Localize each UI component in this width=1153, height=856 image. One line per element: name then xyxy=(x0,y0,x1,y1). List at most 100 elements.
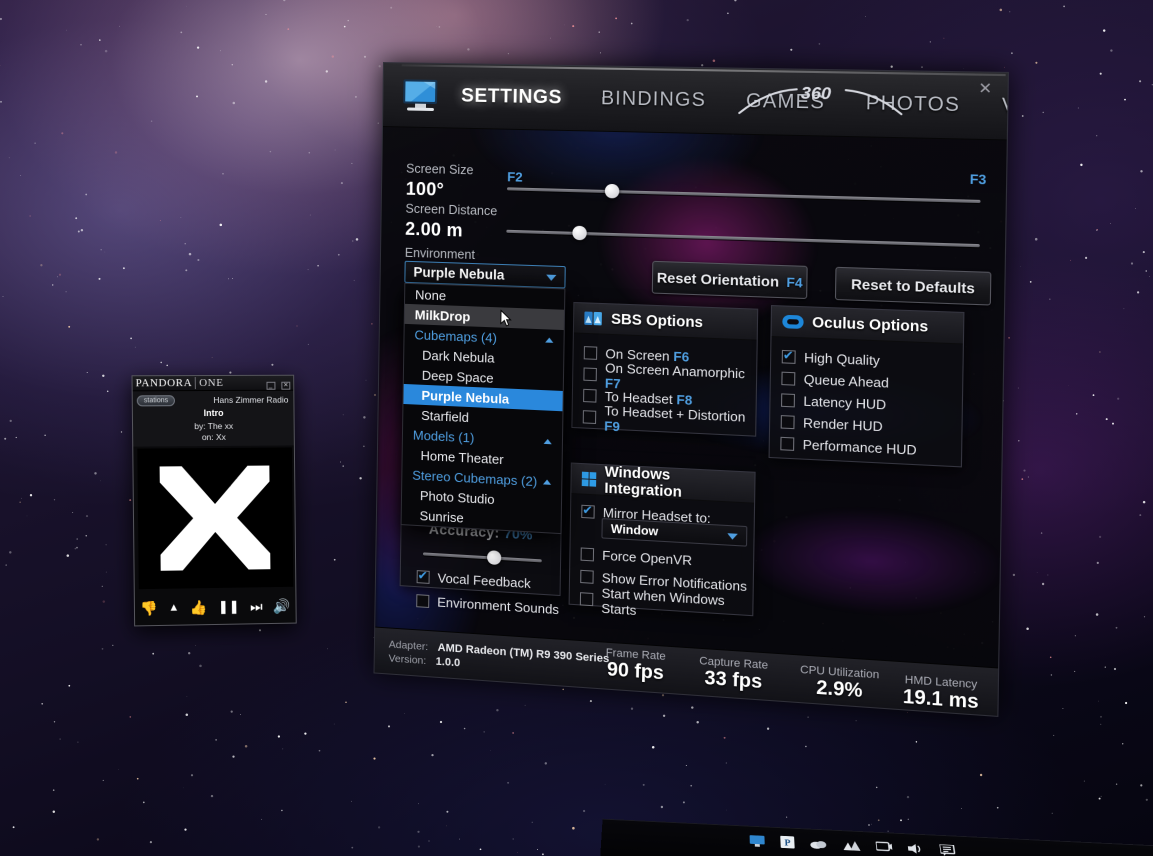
tab-videos[interactable]: VIDEOS xyxy=(995,91,1009,125)
checkbox-icon[interactable] xyxy=(582,410,597,425)
environment-label: Environment xyxy=(404,245,476,263)
taskbar-tray[interactable]: P xyxy=(749,834,956,856)
monitor-icon xyxy=(403,79,438,112)
chevron-up-icon[interactable] xyxy=(543,438,552,444)
screen-distance-row: Screen Distance 2.00 m xyxy=(405,202,497,243)
windows-integration-panel: Windows Integration Mirror Headset to: W… xyxy=(568,462,756,618)
reset-orientation-hotkey: F4 xyxy=(786,273,803,291)
checkbox-label: Force OpenVR xyxy=(602,547,693,569)
screen-size-value: 100° xyxy=(405,178,445,200)
vr-desktop-scene: SETTINGS BINDINGS GAMES PHOTOS VIDEOS 36… xyxy=(0,0,1153,856)
checkbox-icon[interactable] xyxy=(583,388,597,403)
dropdown-group-label: Models (1) xyxy=(412,426,475,446)
caret-up-icon[interactable]: ▲ xyxy=(168,602,179,614)
screen-icon[interactable] xyxy=(876,841,893,852)
mirror-target-value: Window xyxy=(610,521,659,539)
checkbox-icon[interactable] xyxy=(580,569,594,584)
chevron-up-icon[interactable] xyxy=(545,336,554,343)
screen-distance-value: 2.00 m xyxy=(405,218,464,241)
pandora-controls[interactable]: 👎 ▲ 👍 ❚❚ ⏭ 🔊 xyxy=(134,588,296,626)
checkbox-icon[interactable] xyxy=(416,594,430,609)
checkbox-icon[interactable] xyxy=(583,346,598,360)
checkbox-icon[interactable] xyxy=(580,547,595,562)
checkbox-label: High Quality xyxy=(803,349,881,369)
chevron-down-icon[interactable] xyxy=(546,274,557,282)
chevron-down-icon[interactable] xyxy=(727,533,738,540)
pandora-logo: PANDORA ONE xyxy=(135,376,224,390)
album-art xyxy=(137,447,294,590)
pause-icon[interactable]: ❚❚ xyxy=(218,599,240,615)
pandora-window-buttons[interactable]: _ ✕ xyxy=(264,374,291,392)
oculus-options-title: Oculus Options xyxy=(811,314,929,336)
screen-distance-label: Screen Distance xyxy=(405,201,498,219)
checkbox-icon[interactable] xyxy=(780,415,795,430)
tab-photos[interactable]: PHOTOS xyxy=(859,88,967,121)
metric-hmd-latency: HMD Latency 19.1 ms xyxy=(886,673,995,716)
checkbox-label: Latency HUD xyxy=(803,393,887,413)
screen-size-row: Screen Size 100° xyxy=(406,162,474,202)
pandora-icon[interactable]: P xyxy=(780,835,795,849)
metric-capture-rate: Capture Rate 33 fps xyxy=(685,654,782,696)
environment-selected-value: Purple Nebula xyxy=(413,264,505,283)
window-header: SETTINGS BINDINGS GAMES PHOTOS VIDEOS 36… xyxy=(382,63,1009,141)
screen-size-max-hotkey: F3 xyxy=(969,171,987,188)
checkbox-label: Performance HUD xyxy=(802,436,917,458)
slider-knob[interactable] xyxy=(604,183,620,199)
sbs-options-title: SBS Options xyxy=(610,310,704,331)
reset-orientation-label: Reset Orientation xyxy=(656,269,780,290)
track-artist: by: The xx xyxy=(194,420,234,432)
slider-knob[interactable] xyxy=(487,550,502,566)
track-album: on: Xx xyxy=(201,431,226,443)
adapter-value: AMD Radeon (TM) R9 390 Series xyxy=(437,641,610,666)
tab-bindings[interactable]: BINDINGS xyxy=(595,84,713,117)
checkbox-icon[interactable] xyxy=(583,367,597,382)
track-title: Intro xyxy=(203,407,224,419)
reset-defaults-label: Reset to Defaults xyxy=(850,275,976,297)
metric-value: 90 fps xyxy=(606,659,665,685)
accuracy-slider[interactable] xyxy=(422,546,542,567)
svg-text:P: P xyxy=(784,839,791,849)
thumbs-up-icon[interactable]: 👍 xyxy=(190,599,208,616)
display-icon[interactable] xyxy=(749,834,765,847)
version-label: Version: xyxy=(388,652,427,668)
mountains-icon[interactable] xyxy=(842,840,861,851)
radio-station-name: Hans Zimmer Radio xyxy=(213,394,289,406)
version-row: Version: 1.0.0 xyxy=(388,648,460,671)
checkbox-label: Vocal Feedback xyxy=(437,570,531,592)
notes-icon[interactable] xyxy=(939,844,956,856)
next-icon[interactable]: ⏭ xyxy=(250,598,263,615)
checkbox-icon[interactable] xyxy=(780,436,795,451)
volume-icon[interactable] xyxy=(907,842,924,854)
cloud-icon[interactable] xyxy=(810,838,828,850)
close-icon[interactable]: ✕ xyxy=(978,79,992,98)
slider-knob[interactable] xyxy=(572,225,588,241)
checkbox-icon[interactable] xyxy=(781,371,796,386)
checkbox-icon[interactable] xyxy=(780,393,796,408)
sbs-options-panel: SBS Options On Screen F6 On Screen Anamo… xyxy=(571,301,759,437)
chevron-up-icon[interactable] xyxy=(542,478,552,485)
tab-games[interactable]: GAMES xyxy=(739,86,831,119)
close-icon[interactable]: ✕ xyxy=(281,381,291,390)
checkbox-icon[interactable] xyxy=(416,570,430,584)
environment-dropdown-list[interactable]: None MilkDrop Cubemaps (4) Dark Nebula D… xyxy=(400,282,566,535)
checkbox-icon[interactable] xyxy=(579,592,594,607)
slider-track xyxy=(422,552,542,563)
checkbox-icon[interactable] xyxy=(581,504,595,519)
tab-settings[interactable]: SETTINGS xyxy=(455,81,569,113)
oculus-options-panel: Oculus Options High Quality Queue Ahead … xyxy=(768,305,965,468)
metric-frame-rate: Frame Rate 90 fps xyxy=(592,646,679,687)
stations-button[interactable]: stations xyxy=(136,395,176,407)
windows-integration-title: Windows Integration xyxy=(604,463,683,501)
minimize-icon[interactable]: _ xyxy=(266,381,276,390)
windows-icon xyxy=(581,471,597,487)
windows-taskbar: P 12:51 xyxy=(600,818,1153,856)
oculus-icon xyxy=(782,314,804,329)
reset-defaults-button[interactable]: Reset to Defaults xyxy=(834,266,992,306)
thumbs-down-icon[interactable]: 👎 xyxy=(140,599,158,616)
pandora-titlebar: PANDORA ONE _ ✕ xyxy=(132,374,294,392)
vr-settings-window: SETTINGS BINDINGS GAMES PHOTOS VIDEOS 36… xyxy=(373,62,1009,717)
reset-orientation-button[interactable]: Reset Orientation F4 xyxy=(651,260,808,300)
checkbox-icon[interactable] xyxy=(781,349,796,364)
pandora-player-window: PANDORA ONE _ ✕ stations Hans Zimmer Radi… xyxy=(131,374,297,627)
volume-icon[interactable]: 🔊 xyxy=(273,597,290,614)
